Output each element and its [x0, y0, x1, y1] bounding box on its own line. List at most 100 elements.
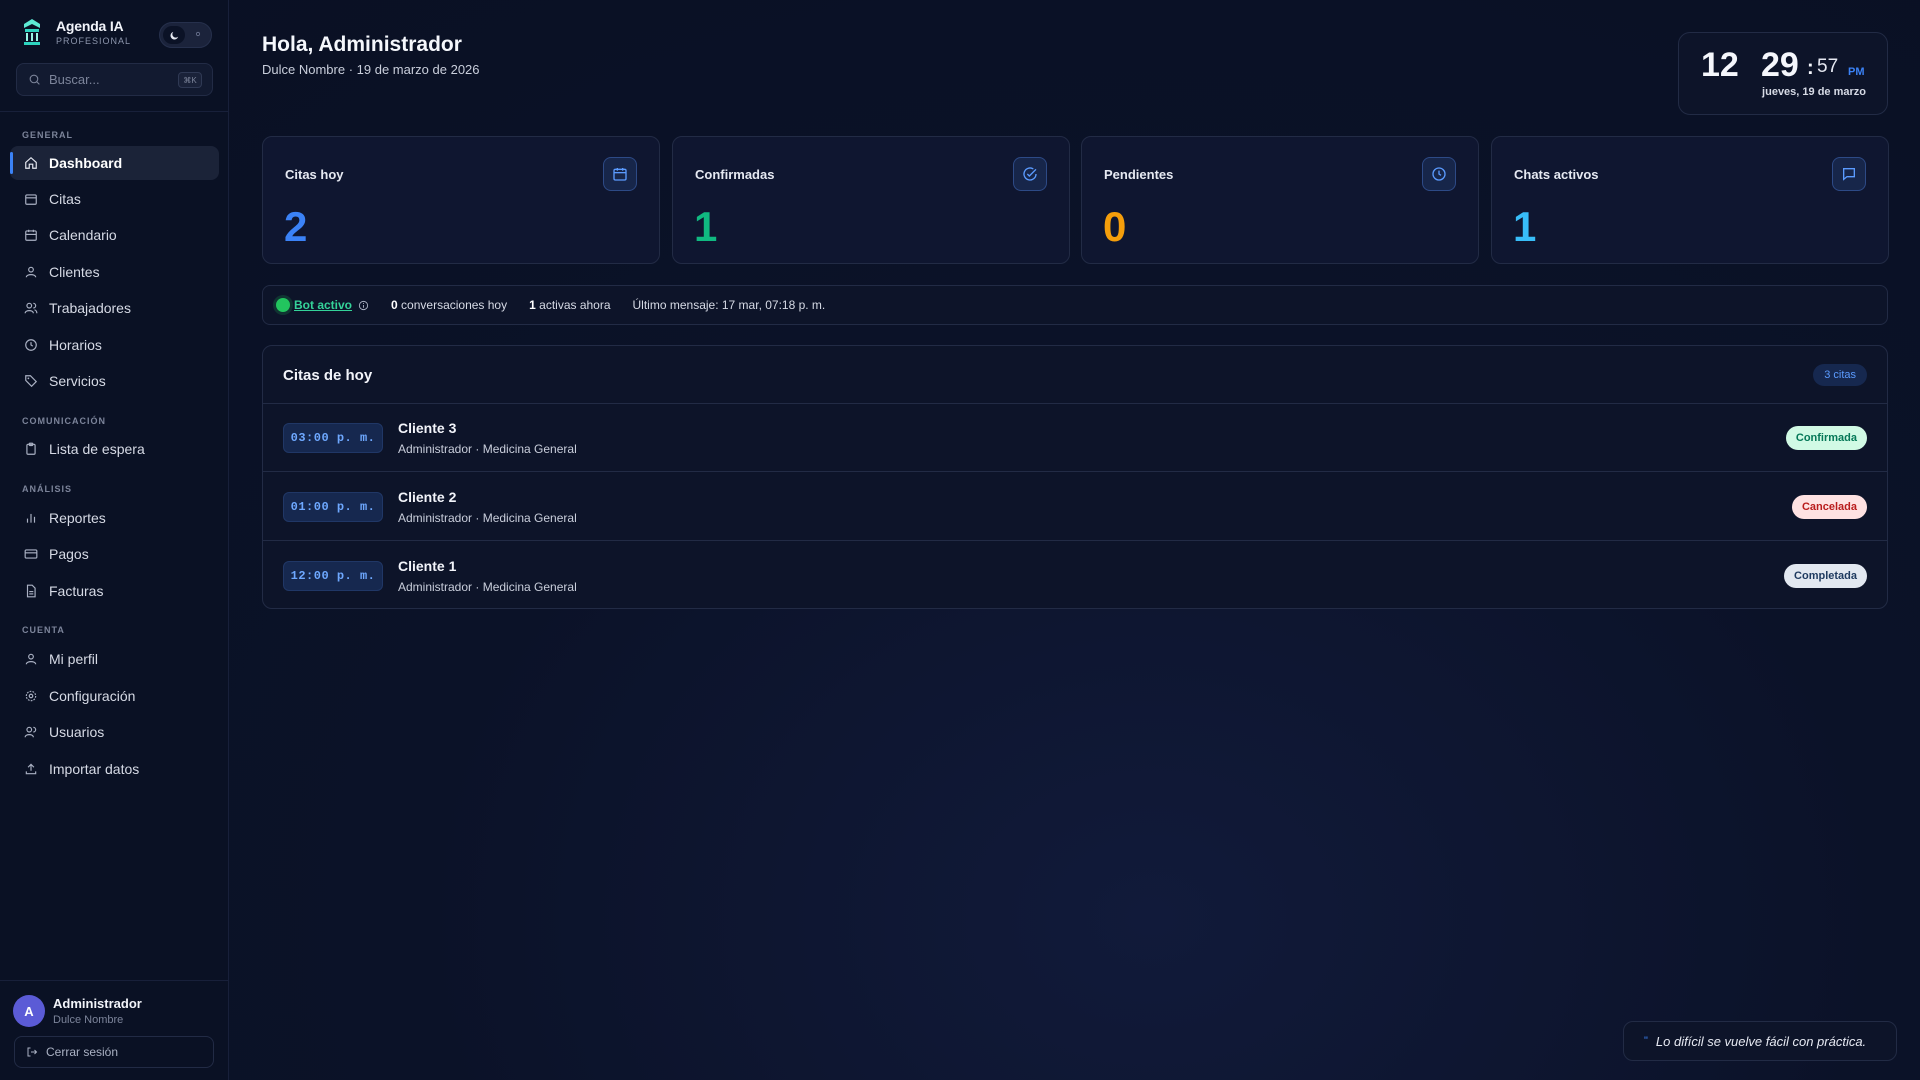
theme-toggle[interactable] [159, 22, 212, 48]
sidebar-item-pagos[interactable]: Pagos [10, 537, 219, 571]
sidebar-item-label: Clientes [49, 264, 100, 280]
status-badge: Cancelada [1791, 495, 1867, 519]
bot-status-dot [276, 298, 290, 312]
appointment-row[interactable]: 03:00 p. m. Cliente 3 Administrador · Me… [263, 404, 1887, 472]
brand-name: Agenda IA [56, 18, 124, 34]
sidebar-item-label: Servicios [49, 373, 106, 389]
document-icon [26, 584, 36, 598]
sidebar-item-reportes[interactable]: Reportes [10, 501, 219, 535]
stat-label: Pendientes [1104, 167, 1174, 182]
sidebar-item-trabajadores[interactable]: Trabajadores [10, 291, 219, 325]
logout-label: Cerrar sesión [46, 1045, 119, 1059]
stat-card-confirmadas[interactable]: Confirmadas 1 [672, 136, 1070, 264]
bot-status-bar: Bot activo 0 conversaciones hoy 1 activa… [262, 285, 1888, 325]
sidebar-divider [0, 111, 229, 112]
appointment-client: Cliente 1 [398, 558, 457, 574]
sidebar-item-horarios[interactable]: Horarios [10, 328, 219, 362]
nav-section-analisis: ANÁLISIS [22, 484, 73, 494]
sidebar-item-label: Horarios [49, 337, 102, 353]
appointment-meta: Administrador · Medicina General [398, 580, 577, 594]
nav-section-comunicacion: COMUNICACIÓN [22, 416, 106, 426]
users-icon [24, 302, 38, 314]
calendar-icon [25, 194, 37, 205]
sidebar-item-label: Importar datos [49, 761, 140, 777]
user-circle-icon [25, 653, 37, 665]
stat-label: Chats activos [1514, 167, 1599, 182]
appointment-row[interactable]: 01:00 p. m. Cliente 2 Administrador · Me… [263, 473, 1887, 541]
appointment-time: 12:00 p. m. [283, 561, 383, 591]
sidebar-item-servicios[interactable]: Servicios [10, 364, 219, 398]
sidebar-item-label: Calendario [49, 227, 117, 243]
appointment-meta: Administrador · Medicina General [398, 511, 577, 525]
nav-section-general: GENERAL [22, 130, 74, 140]
active-chats: 1 activas ahora [529, 298, 610, 312]
sidebar-item-lista-de-espera[interactable]: Lista de espera [10, 432, 219, 466]
user-org: Dulce Nombre [53, 1014, 124, 1026]
brand-subtitle: PROFESIONAL [56, 36, 132, 46]
stat-value: 0 [1103, 203, 1127, 250]
sidebar-item-dashboard[interactable]: Dashboard [10, 146, 219, 180]
stat-card-pendientes[interactable]: Pendientes 0 [1081, 136, 1479, 264]
stat-value: 1 [1513, 203, 1537, 250]
sidebar-item-label: Mi perfil [49, 651, 99, 667]
sidebar-item-label: Lista de espera [49, 441, 145, 457]
sidebar: Agenda IA PROFESIONAL ⌘K GENERAL Dashboa… [0, 0, 229, 1080]
clock-date: jueves, 19 de marzo [1762, 86, 1866, 98]
upload-icon [25, 763, 37, 775]
gear-icon [25, 690, 37, 702]
appointment-time: 01:00 p. m. [283, 492, 383, 522]
conversations-label: conversaciones hoy [401, 298, 508, 312]
sidebar-item-mi-perfil[interactable]: Mi perfil [10, 642, 219, 676]
search-icon [29, 74, 40, 85]
user-name: Administrador [53, 996, 142, 1011]
stat-label: Citas hoy [285, 167, 344, 182]
appointments-count-badge: 3 citas [1813, 364, 1867, 386]
sidebar-item-label: Citas [49, 191, 81, 207]
search-shortcut: ⌘K [178, 72, 202, 88]
home-icon [25, 156, 37, 169]
sidebar-item-label: Configuración [49, 688, 136, 704]
logout-icon [27, 1047, 38, 1057]
check-circle-icon [1013, 157, 1047, 191]
sidebar-item-citas[interactable]: Citas [10, 182, 219, 216]
appointment-client: Cliente 2 [398, 489, 457, 505]
user-panel: A Administrador Dulce Nombre Cerrar sesi… [0, 980, 229, 1080]
clock-hours: 12 [1701, 46, 1739, 84]
active-label: activas ahora [539, 298, 611, 312]
stat-value: 2 [284, 203, 308, 250]
sidebar-item-label: Pagos [49, 546, 89, 562]
conversations-today: 0 conversaciones hoy [391, 298, 507, 312]
clipboard-icon [26, 442, 36, 455]
sidebar-item-clientes[interactable]: Clientes [10, 255, 219, 289]
sidebar-item-label: Usuarios [49, 724, 105, 740]
appointments-title: Citas de hoy [283, 367, 373, 384]
sidebar-item-configuracion[interactable]: Configuración [10, 679, 219, 713]
search-input[interactable] [49, 72, 169, 87]
appointments-panel: Citas de hoy 3 citas 03:00 p. m. Cliente… [262, 345, 1888, 609]
stat-label: Confirmadas [695, 167, 775, 182]
clock-seconds: 57 [1817, 56, 1839, 77]
calendar-icon [603, 157, 637, 191]
stat-card-chats-activos[interactable]: Chats activos 1 [1491, 136, 1889, 264]
logout-button[interactable]: Cerrar sesión [14, 1036, 214, 1068]
appointments-header: Citas de hoy 3 citas [263, 346, 1887, 404]
stat-card-citas-hoy[interactable]: Citas hoy 2 [262, 136, 660, 264]
sidebar-item-importar-datos[interactable]: Importar datos [10, 752, 219, 786]
appointment-client: Cliente 3 [398, 420, 457, 436]
appointment-row[interactable]: 12:00 p. m. Cliente 1 Administrador · Me… [263, 542, 1887, 608]
quote-toast: " Lo difícil se vuelve fácil con práctic… [1623, 1021, 1897, 1061]
sidebar-item-label: Reportes [49, 510, 106, 526]
info-icon[interactable] [358, 300, 369, 311]
avatar[interactable]: A [13, 995, 45, 1027]
brand[interactable]: Agenda IA PROFESIONAL [22, 18, 131, 46]
search-box[interactable]: ⌘K [16, 63, 213, 96]
sidebar-item-calendario[interactable]: Calendario [10, 218, 219, 252]
status-badge: Completada [1784, 564, 1867, 588]
clock-minutes: 29 [1761, 46, 1799, 84]
sun-icon [195, 31, 201, 37]
last-message: Último mensaje: 17 mar, 07:18 p. m. [632, 298, 826, 312]
bot-status-link[interactable]: Bot activo [294, 298, 352, 312]
sidebar-item-facturas[interactable]: Facturas [10, 574, 219, 608]
appointment-meta: Administrador · Medicina General [398, 442, 577, 456]
sidebar-item-usuarios[interactable]: Usuarios [10, 715, 219, 749]
